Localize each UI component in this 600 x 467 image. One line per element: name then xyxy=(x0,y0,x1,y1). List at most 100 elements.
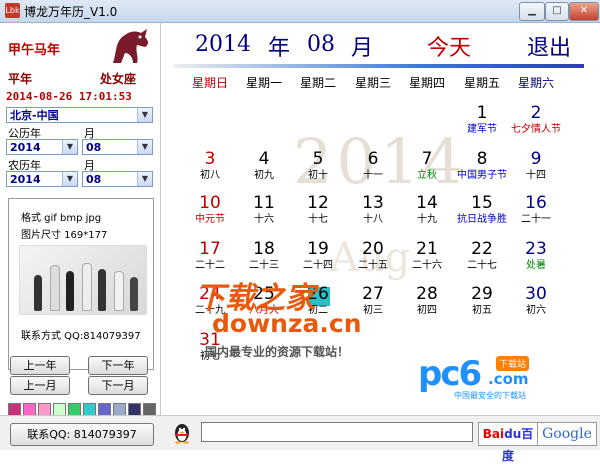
chevron-down-icon: ▼ xyxy=(137,140,152,154)
google-search-button[interactable]: Google xyxy=(537,422,597,446)
calendar-day[interactable]: 1 建军节 xyxy=(455,104,509,136)
calendar-day[interactable]: 19 二十四 xyxy=(291,240,345,272)
calendar-day[interactable]: 17 二十二 xyxy=(183,240,237,272)
next-month-button[interactable]: 下一月 xyxy=(88,376,148,395)
day-number: 6 xyxy=(367,149,379,169)
star-sign: 处女座 xyxy=(100,72,137,86)
calendar-day[interactable]: 2 七夕情人节 xyxy=(509,104,563,136)
calendar-day[interactable]: 7 立秋 xyxy=(400,150,454,182)
lunar-text: 初六 xyxy=(526,305,546,316)
minimize-button[interactable]: ▁ xyxy=(519,2,545,21)
baidu-search-button[interactable]: Baidu百度 xyxy=(478,422,538,463)
day-number: 11 xyxy=(253,193,275,213)
day-number: 22 xyxy=(471,239,493,259)
header-divider xyxy=(173,64,584,68)
day-number: 20 xyxy=(362,239,384,259)
calendar-day[interactable]: 18 二十三 xyxy=(237,240,291,272)
prev-month-button[interactable]: 上一月 xyxy=(10,376,70,395)
day-number: 3 xyxy=(204,149,216,169)
site-watermark-url: downza.cn xyxy=(212,309,362,338)
weekday-1: 星期一 xyxy=(245,76,282,90)
pc6-logo-text: pc6 xyxy=(418,354,482,394)
calendar-day[interactable]: 23 处暑 xyxy=(509,240,563,272)
header-month-char: 月 xyxy=(351,36,374,61)
lunar-text: 二十三 xyxy=(249,260,279,271)
image-format-text: 格式 gif bmp jpg xyxy=(21,213,102,224)
lunar-text: 初八 xyxy=(200,170,220,181)
calendar-day[interactable]: 20 二十五 xyxy=(346,240,400,272)
lunar-text: 十六 xyxy=(254,214,274,225)
calendar-day[interactable]: 22 二十七 xyxy=(455,240,509,272)
lunar-year-value: 2014 xyxy=(10,173,41,186)
maximize-button[interactable]: □ xyxy=(545,2,569,21)
calendar-day[interactable]: 15 抗日战争胜 xyxy=(455,194,509,226)
calendar-day[interactable]: 13 十八 xyxy=(346,194,400,226)
solar-month-select[interactable]: 08 ▼ xyxy=(82,139,153,155)
lunar-text: 二十四 xyxy=(303,260,333,271)
exit-button[interactable]: 退出 xyxy=(527,30,571,62)
solar-month-value: 08 xyxy=(86,141,102,154)
calendar-day[interactable]: 11 十六 xyxy=(237,194,291,226)
calendar-day[interactable]: 5 初十 xyxy=(291,150,345,182)
city-select[interactable]: 北京-中国 ▼ xyxy=(6,107,153,123)
search-input[interactable] xyxy=(201,422,473,442)
pc6-badge: 下载站 xyxy=(496,356,530,371)
calendar-day[interactable]: 14 十九 xyxy=(400,194,454,226)
background-photo[interactable] xyxy=(19,245,147,315)
solar-year-select[interactable]: 2014 ▼ xyxy=(6,139,78,155)
pc6-logo: pc6 下载站 .com 中国最安全的下载站 xyxy=(418,354,542,400)
calendar-day[interactable]: 29 初五 xyxy=(455,285,509,317)
day-number: 17 xyxy=(199,239,221,259)
calendar-day[interactable]: 21 二十六 xyxy=(400,240,454,272)
app-icon: Lbk xyxy=(5,3,20,18)
calendar-day[interactable]: 6 十一 xyxy=(346,150,400,182)
calendar-day[interactable]: 3 初八 xyxy=(183,150,237,182)
prev-year-button[interactable]: 上一年 xyxy=(10,356,70,375)
lunar-text: 二十二 xyxy=(195,260,225,271)
calendar-day[interactable]: 9 十四 xyxy=(509,150,563,182)
solar-year-value: 2014 xyxy=(10,141,41,154)
day-number: 1 xyxy=(476,103,488,123)
baidu-label-b: du百度 xyxy=(501,427,534,463)
left-panel: 甲午马年 平年 处女座 2014-08-26 17:01:53 北京-中国 ▼ … xyxy=(0,23,161,416)
title-bar: Lbk 博龙万年历_V1.0 ▁ □ ✕ xyxy=(0,0,600,23)
header-year: 2014 xyxy=(195,32,251,57)
lunar-text: 建军节 xyxy=(467,124,497,135)
calendar-day[interactable]: 8 中国男子节 xyxy=(455,150,509,182)
lunar-text: 初九 xyxy=(254,170,274,181)
city-value: 北京-中国 xyxy=(10,109,59,122)
weekday-6: 星期六 xyxy=(517,76,554,90)
calendar-day[interactable]: 16 二十一 xyxy=(509,194,563,226)
day-number: 27 xyxy=(362,284,384,304)
image-size-text: 图片尺寸 169*177 xyxy=(21,230,108,241)
chevron-down-icon: ▼ xyxy=(137,108,152,122)
calendar-day[interactable]: 12 十七 xyxy=(291,194,345,226)
contact-qq-button[interactable]: 联系QQ: 814079397 xyxy=(10,423,154,446)
lunar-year-select[interactable]: 2014 ▼ xyxy=(6,171,78,187)
chevron-down-icon: ▼ xyxy=(62,172,77,186)
day-number: 2 xyxy=(530,103,542,123)
day-number: 13 xyxy=(362,193,384,213)
lunar-text: 二十五 xyxy=(358,260,388,271)
weekday-2: 星期二 xyxy=(299,76,336,90)
lunar-text: 十一 xyxy=(363,170,383,181)
lunar-text: 初十 xyxy=(308,170,328,181)
lunar-month-select[interactable]: 08 ▼ xyxy=(82,171,153,187)
day-number: 9 xyxy=(530,149,542,169)
day-number: 4 xyxy=(258,149,270,169)
pc6-slogan: 中国最安全的下载站 xyxy=(454,391,526,400)
today-button[interactable]: 今天 xyxy=(427,30,471,62)
lunar-text: 中国男子节 xyxy=(457,170,507,181)
close-button[interactable]: ✕ xyxy=(569,2,599,21)
weekday-5: 星期五 xyxy=(463,76,500,90)
calendar-day[interactable]: 28 初四 xyxy=(400,285,454,317)
calendar-day[interactable]: 4 初九 xyxy=(237,150,291,182)
day-number: 23 xyxy=(525,239,547,259)
next-year-button[interactable]: 下一年 xyxy=(88,356,148,375)
day-number: 16 xyxy=(525,193,547,213)
window-title: 博龙万年历_V1.0 xyxy=(24,5,118,19)
header-month: 08 xyxy=(307,32,335,57)
calendar-day[interactable]: 30 初六 xyxy=(509,285,563,317)
qq-penguin-icon[interactable] xyxy=(172,422,192,444)
calendar-day[interactable]: 10 中元节 xyxy=(183,194,237,226)
